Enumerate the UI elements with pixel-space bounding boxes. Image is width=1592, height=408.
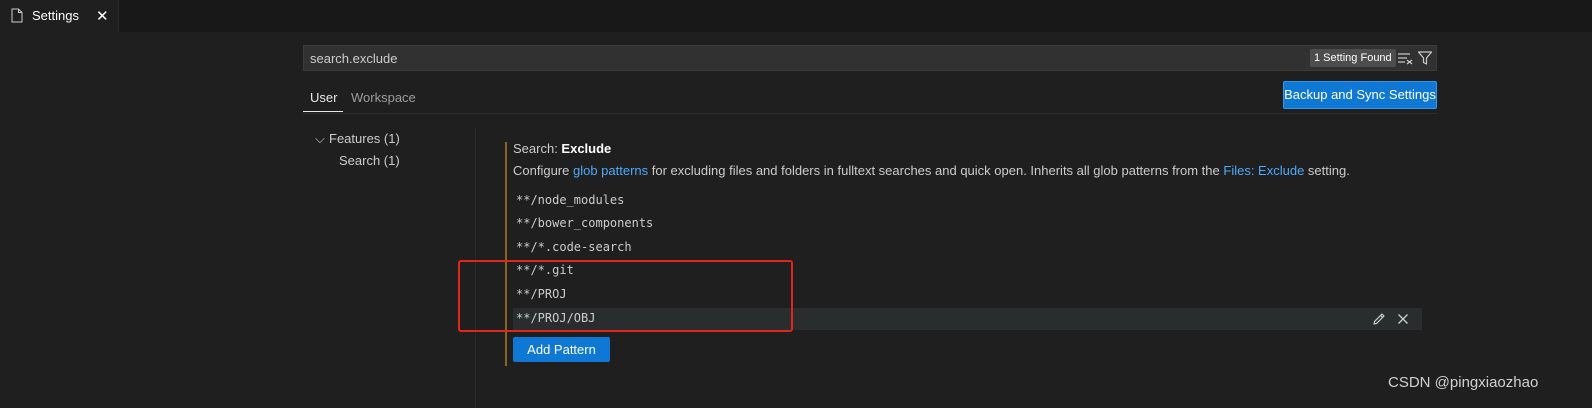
settings-scope-tabs: User Workspace — [303, 84, 1437, 114]
files-exclude-link[interactable]: Files: Exclude — [1223, 163, 1304, 178]
filter-icon[interactable] — [1417, 50, 1433, 66]
pattern-text: **/bower_components — [516, 216, 654, 230]
settings-tab-label: Settings — [32, 8, 79, 23]
chevron-down-icon: ⌵ — [315, 131, 325, 146]
settings-search-input[interactable]: search.exclude 1 Setting Found — [303, 45, 1437, 71]
setting-name: Exclude — [561, 141, 612, 156]
clear-filter-icon[interactable] — [1397, 51, 1413, 65]
watermark: CSDN @pingxiaozhao — [1388, 374, 1539, 391]
tab-user[interactable]: User — [310, 90, 337, 105]
pattern-text: **/node_modules — [516, 193, 625, 207]
desc-prefix: Configure — [513, 163, 573, 178]
toc-item-search[interactable]: Search (1) — [339, 153, 400, 168]
active-tab-underline — [303, 111, 343, 112]
setting-title: Search: Exclude — [513, 141, 611, 156]
tab-workspace[interactable]: Workspace — [351, 90, 416, 105]
backup-and-sync-button[interactable]: Backup and Sync Settings — [1283, 81, 1437, 109]
annotation-highlight-box — [458, 260, 793, 332]
glob-patterns-link[interactable]: glob patterns — [573, 163, 648, 178]
toc-features-label: Features (1) — [329, 131, 400, 146]
remove-icon[interactable] — [1395, 311, 1411, 327]
file-icon — [11, 8, 23, 23]
settings-tab[interactable]: Settings ✕ — [0, 0, 119, 32]
setting-category: Search: — [513, 141, 562, 156]
edit-icon[interactable] — [1371, 311, 1387, 327]
search-query[interactable]: search.exclude — [310, 51, 397, 66]
modified-indicator — [505, 142, 507, 366]
pattern-list-item[interactable]: **/bower_components — [513, 213, 1422, 235]
setting-description: Configure glob patterns for excluding fi… — [513, 163, 1350, 178]
result-count-badge: 1 Setting Found — [1310, 49, 1396, 67]
toc-item-features[interactable]: ⌵ Features (1) — [315, 131, 400, 147]
desc-middle: for excluding files and folders in fullt… — [648, 163, 1224, 178]
pattern-text: **/*.code-search — [516, 240, 632, 254]
editor-tab-bar: Settings ✕ — [0, 0, 1592, 32]
desc-suffix: setting. — [1304, 163, 1350, 178]
pattern-list-item[interactable]: **/node_modules — [513, 190, 1422, 212]
pattern-list-item[interactable]: **/*.code-search — [513, 237, 1422, 259]
close-icon[interactable]: ✕ — [96, 7, 109, 25]
add-pattern-button[interactable]: Add Pattern — [513, 337, 610, 362]
